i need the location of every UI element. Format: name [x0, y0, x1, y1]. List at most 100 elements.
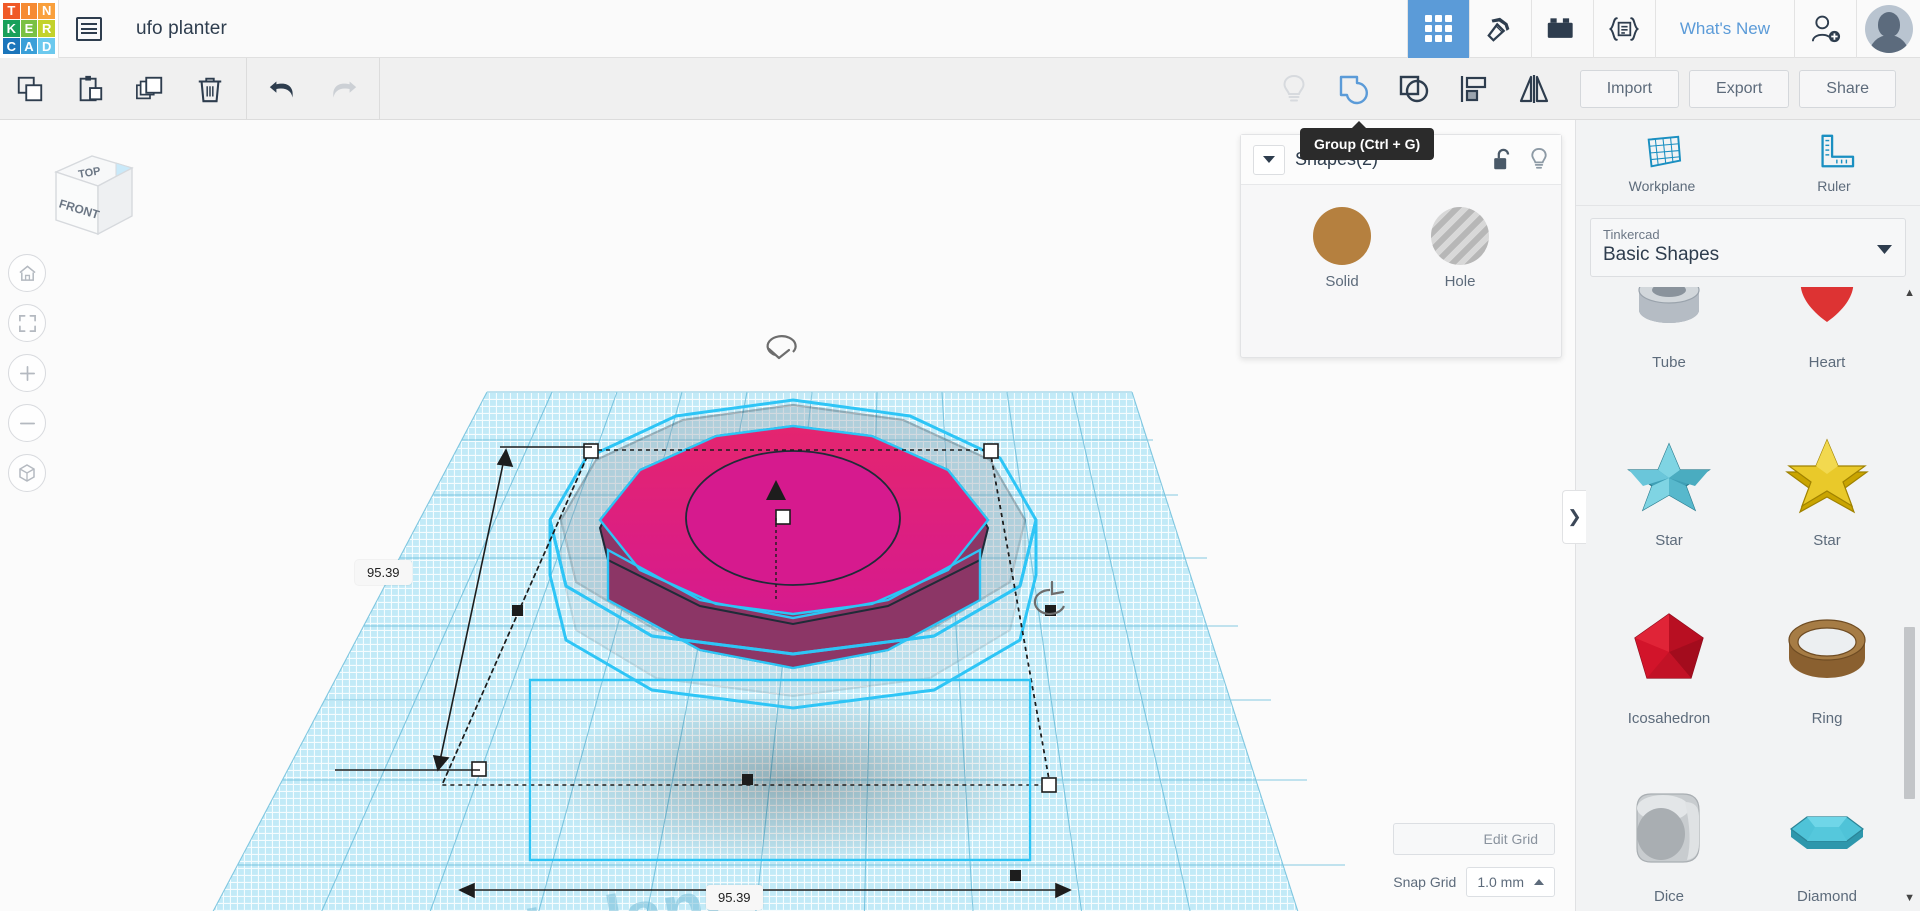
duplicate-button[interactable] [120, 58, 180, 120]
trash-icon [198, 77, 222, 102]
solid-label: Solid [1325, 273, 1359, 290]
redo-button[interactable] [313, 58, 373, 120]
sidebar-collapse-handle[interactable]: ❯ [1562, 490, 1586, 544]
icosahedron-art [1623, 604, 1715, 700]
duplicate-icon [136, 76, 163, 99]
view-cube[interactable]: TOP FRONT [28, 140, 138, 240]
shape-item-star-teal[interactable]: Star [1590, 387, 1748, 565]
shape-item-dice[interactable]: Dice [1590, 743, 1748, 904]
paste-button[interactable] [60, 58, 120, 120]
star-teal-art [1619, 426, 1719, 522]
add-person-icon [1811, 15, 1840, 42]
snap-grid-select[interactable]: 1.0 mm [1466, 867, 1555, 897]
snap-grid-row: Snap Grid 1.0 mm [1393, 867, 1555, 897]
sidebar-item-workplane[interactable]: Workplane [1576, 120, 1748, 205]
whats-new-label: What's New [1679, 18, 1770, 38]
shape-item-tube[interactable]: Tube [1590, 287, 1748, 387]
whats-new-link[interactable]: What's New [1654, 0, 1794, 58]
shape-item-diamond-label: Diamond [1796, 888, 1858, 904]
tinkercad-logo[interactable]: TIN KER CAD [0, 0, 58, 58]
shape-item-icosahedron-label: Icosahedron [1627, 710, 1711, 727]
fit-frame-icon [18, 314, 36, 332]
star-yellow-art [1777, 426, 1877, 522]
shape-library-select[interactable]: Tinkercad Basic Shapes [1590, 218, 1906, 277]
shape-grid-scrollbar[interactable]: ▲ ▼ [1904, 287, 1916, 904]
share-button[interactable]: Share [1799, 69, 1896, 108]
page-title: ufo planter [136, 17, 227, 39]
grid-controls: Edit Grid Snap Grid 1.0 mm [1393, 823, 1555, 897]
dimension-label-width[interactable]: 95.39 [355, 560, 412, 585]
topbar-right-group: What's New [1406, 0, 1920, 58]
canvas-nav-tools [8, 254, 46, 492]
solid-swatch [1313, 207, 1371, 265]
ungroup-button[interactable] [1384, 58, 1444, 120]
tinker-hammer-button[interactable] [1468, 0, 1531, 58]
user-account-button[interactable] [1856, 0, 1920, 58]
clipboard-tools [0, 58, 240, 120]
unlock-icon[interactable] [1492, 148, 1513, 172]
lightbulb-icon[interactable] [1529, 147, 1549, 172]
shapes-inspector-panel: Shapes(2) Solid Hole [1240, 134, 1562, 358]
redo-icon [333, 80, 357, 97]
highlight-bulb-button[interactable] [1264, 58, 1324, 120]
solid-option[interactable]: Solid [1313, 207, 1371, 290]
shapes-panel-options: Solid Hole [1241, 185, 1561, 290]
shape-item-heart[interactable]: Heart [1748, 287, 1906, 387]
scroll-down-arrow[interactable]: ▼ [1904, 892, 1915, 904]
mirror-button[interactable] [1504, 58, 1564, 120]
scrollbar-thumb[interactable] [1904, 627, 1915, 799]
shape-item-star-yellow-label: Star [1813, 532, 1841, 549]
mirror-icon [1519, 74, 1548, 103]
copy-button[interactable] [0, 58, 60, 120]
codeblocks-icon [1609, 16, 1640, 41]
fit-to-view-button[interactable] [8, 304, 46, 342]
shape-grid: Tube Heart Star Star Icosahedron Ring Di… [1576, 287, 1920, 904]
home-view-button[interactable] [8, 254, 46, 292]
shape-item-diamond[interactable]: Diamond [1748, 743, 1906, 904]
codeblocks-button[interactable] [1592, 0, 1655, 58]
undo-button[interactable] [253, 58, 313, 120]
minus-icon [19, 422, 35, 424]
hammer-tinker-icon [1487, 17, 1510, 42]
sidebar-item-workplane-label: Workplane [1628, 177, 1696, 194]
edit-grid-button[interactable]: Edit Grid [1393, 823, 1555, 855]
paste-icon [79, 75, 103, 101]
tube-art [1621, 287, 1717, 344]
perspective-toggle-button[interactable] [8, 454, 46, 492]
chevron-down-icon [1263, 155, 1275, 163]
hole-option[interactable]: Hole [1431, 207, 1489, 290]
invite-people-button[interactable] [1794, 0, 1856, 58]
shape-item-icosahedron[interactable]: Icosahedron [1590, 565, 1748, 743]
shape-item-star-yellow[interactable]: Star [1748, 387, 1906, 565]
logo-tile-e-4: E [20, 20, 38, 37]
group-button[interactable] [1324, 58, 1384, 120]
home-icon [18, 264, 36, 281]
import-button[interactable]: Import [1579, 69, 1680, 108]
hole-label: Hole [1444, 273, 1476, 290]
ring-art [1779, 604, 1875, 700]
projects-list-button[interactable] [58, 0, 118, 58]
group-icon [1339, 75, 1368, 104]
delete-button[interactable] [180, 58, 240, 120]
scroll-up-arrow[interactable]: ▲ [1904, 287, 1915, 299]
sidebar-item-ruler[interactable]: Ruler [1748, 120, 1920, 205]
toolbar-divider-2 [379, 57, 380, 120]
shape-grid-scroll[interactable]: Tube Heart Star Star Icosahedron Ring Di… [1576, 287, 1920, 904]
shape-item-ring[interactable]: Ring [1748, 565, 1906, 743]
export-button[interactable]: Export [1689, 69, 1790, 108]
zoom-in-button[interactable] [8, 354, 46, 392]
cube-perspective-icon [19, 464, 35, 482]
model-shadow [540, 694, 1040, 866]
inner-bowl-outline [685, 450, 901, 586]
tinkercad-app: TINKERCAD ufo planter What's New Import … [0, 0, 1920, 911]
shapes-panel-collapse-button[interactable] [1253, 144, 1285, 175]
history-tools [253, 58, 373, 120]
align-button[interactable] [1444, 58, 1504, 120]
dimension-label-depth[interactable]: 95.39 [706, 885, 763, 910]
sidebar-item-ruler-label: Ruler [1817, 177, 1851, 194]
zoom-out-button[interactable] [8, 404, 46, 442]
brick-blocks-button[interactable] [1530, 0, 1593, 58]
logo-tile-t-0: T [3, 2, 20, 20]
hole-swatch [1431, 207, 1489, 265]
apps-grid-button[interactable] [1406, 0, 1469, 58]
